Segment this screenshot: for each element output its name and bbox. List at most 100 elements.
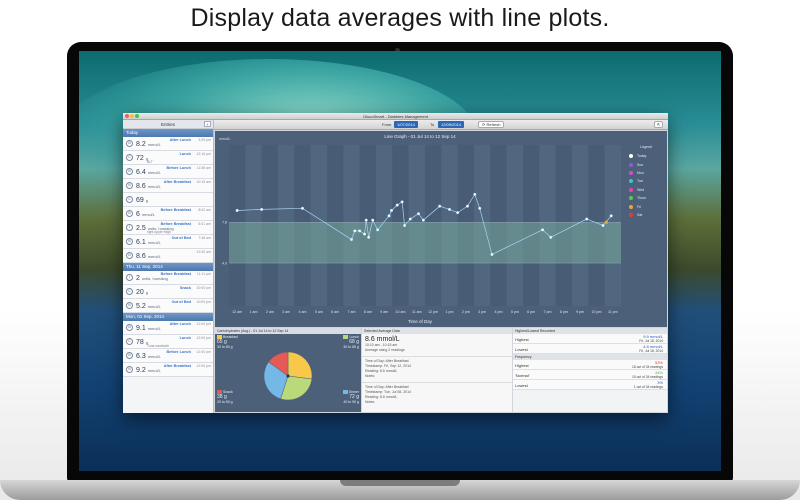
entry-value: 6.4 mmol/L (136, 169, 161, 176)
legend-item: Fri (629, 202, 663, 210)
entry-unit: g (145, 198, 148, 203)
data-point[interactable] (387, 214, 391, 218)
entry-value-number: 69 (136, 197, 144, 204)
data-point[interactable] (408, 217, 412, 221)
entry-row[interactable]: C Lunch 12:16 pm 72 g BLT (123, 151, 213, 165)
data-point[interactable] (478, 206, 482, 210)
entry-type-icon: C (126, 196, 133, 203)
from-date-field[interactable]: 1/07/2014 (394, 121, 418, 128)
x-tick-label: 2 am (266, 310, 274, 314)
entries-list[interactable]: Today B After Lunch 3:25 pm 8.2 mmol/L C Lunch… (123, 129, 213, 377)
data-point[interactable] (367, 235, 371, 239)
data-point[interactable] (585, 217, 589, 221)
data-point[interactable] (349, 237, 353, 241)
entry-time: 12:00 pm (196, 350, 211, 354)
entry-unit: mmol/L (147, 368, 161, 373)
entry-type-icon: B (126, 252, 133, 259)
carb-swatch (343, 335, 349, 340)
entry-row[interactable]: C Lunch 12:00 pm 78 g Tuna sandwich (123, 335, 213, 349)
frequency-value: 44% 15 out of 34 readings (632, 370, 663, 379)
add-entry-button[interactable]: + (204, 121, 211, 127)
entry-label: Before Breakfast (160, 208, 191, 212)
data-point[interactable] (376, 228, 380, 232)
entry-row[interactable]: B Out of Bed 10:00 pm 5.2 mmol/L (123, 299, 213, 313)
to-date-field[interactable]: 12/09/2014 (438, 121, 465, 128)
entry-time: 8:01 am (198, 222, 211, 226)
data-point[interactable] (456, 211, 460, 215)
entry-row[interactable]: I Before Breakfast 8:01 am 2.5 units, humal… (123, 221, 213, 235)
entry-value-number: 2.5 (136, 225, 146, 232)
data-point[interactable] (358, 229, 362, 233)
data-point[interactable] (300, 206, 304, 210)
export-button[interactable]: ⇱ (654, 121, 664, 128)
data-point[interactable] (353, 229, 357, 233)
window-title: GlucoSmart - Diabetes Management (363, 114, 428, 119)
data-point[interactable] (438, 204, 442, 208)
data-point[interactable] (403, 223, 407, 227)
entry-value-number: 6.3 (136, 353, 146, 360)
data-point[interactable] (395, 203, 399, 207)
data-point[interactable] (473, 192, 477, 196)
entry-type-icon: B (126, 366, 133, 373)
data-point[interactable] (400, 200, 404, 204)
entry-value: 8.6 mmol/L (136, 183, 161, 190)
data-point[interactable] (609, 214, 613, 218)
x-tick-label: 9 am (380, 310, 388, 314)
frequency-row: 'Normal' 44% 15 out of 34 readings (513, 370, 667, 380)
x-axis-label: Time of Day (407, 319, 433, 324)
pie-slice-breakfast[interactable] (287, 351, 313, 380)
data-point[interactable] (465, 204, 469, 208)
line-chart[interactable]: 4.0 7.8 12 am 1 am 2 am 3 am 4 am 5 am 6 am 7 am 8… (215, 131, 667, 327)
legend-swatch (629, 170, 633, 175)
entry-row[interactable]: B After Lunch 3:25 pm 8.2 mmol/L (123, 137, 213, 151)
data-point[interactable] (447, 207, 451, 211)
frequency-row: Highest 53% 18 out of 34 readings (513, 360, 667, 370)
data-point[interactable] (371, 218, 375, 222)
entry-row[interactable]: B 12:00 am 8.6 mmol/L (123, 249, 213, 263)
data-point[interactable] (363, 232, 367, 236)
data-point[interactable] (390, 208, 394, 212)
entry-value-number: 5.2 (136, 303, 146, 310)
entry-time: 12:00 pm (196, 336, 211, 340)
entry-label: Lunch (179, 152, 191, 156)
entry-time: 11:11 pm (196, 272, 211, 276)
entry-row[interactable]: B Before Lunch 12:00 pm 6.3 mmol/L (123, 349, 213, 363)
x-tick-label: 11 am (412, 310, 422, 314)
carb-meal-range: 30 to 85 g (343, 345, 359, 350)
entry-row[interactable]: B After Breakfast 10:15 am 8.6 mmol/L (123, 179, 213, 193)
x-tick-label: 1 pm (446, 310, 454, 314)
entry-row[interactable]: I Before Breakfast 11:11 pm 2 units, humalo… (123, 271, 213, 285)
entry-value: 9.1 mmol/L (136, 325, 161, 332)
data-point[interactable] (601, 223, 605, 227)
entry-value: 9.2 mmol/L (136, 367, 161, 374)
entry-row[interactable]: B Out of Bed 7:48 am 6.1 mmol/L (123, 235, 213, 249)
data-point[interactable] (490, 252, 494, 256)
data-point[interactable] (541, 228, 545, 232)
data-point[interactable] (364, 218, 368, 222)
line-graph-panel: Line Graph - 01 Jul 14 to 12 Sep 14 mmol… (215, 131, 667, 327)
data-point[interactable] (260, 207, 264, 211)
data-point[interactable] (235, 208, 239, 212)
data-point[interactable] (549, 235, 553, 239)
entry-row[interactable]: B After Lunch 12:00 pm 9.1 mmol/L (123, 321, 213, 335)
entry-row[interactable]: B After Breakfast 12:00 pm 9.2 mmol/L (123, 363, 213, 377)
data-point[interactable] (421, 218, 425, 222)
entry-row[interactable]: C 69 g (123, 193, 213, 207)
refresh-button[interactable]: ⟳ Refresh (478, 121, 505, 128)
legend-title: Legend (640, 145, 652, 149)
entry-type-icon: B (126, 182, 133, 189)
x-tick-label: 6 am (331, 310, 339, 314)
day-marker[interactable] (604, 220, 608, 224)
entry-row[interactable]: B Before Breakfast 8:02 am 6 mmol/L (123, 207, 213, 221)
entry-type-icon: B (126, 168, 133, 175)
entry-value-number: 78 (136, 339, 144, 346)
data-point[interactable] (416, 212, 420, 216)
entry-time: 7:48 am (198, 236, 211, 240)
entry-label: After Breakfast (163, 364, 191, 368)
entry-time: 10:15 am (196, 180, 211, 184)
legend-swatch (629, 179, 633, 184)
entry-note: right upper thigh (147, 230, 171, 234)
entry-row[interactable]: C Snack 10:00 pm 20 g (123, 285, 213, 299)
frequency-count: 1 out of 34 readings (633, 385, 663, 389)
entry-row[interactable]: B Before Lunch 11:58 am 6.4 mmol/L (123, 165, 213, 179)
